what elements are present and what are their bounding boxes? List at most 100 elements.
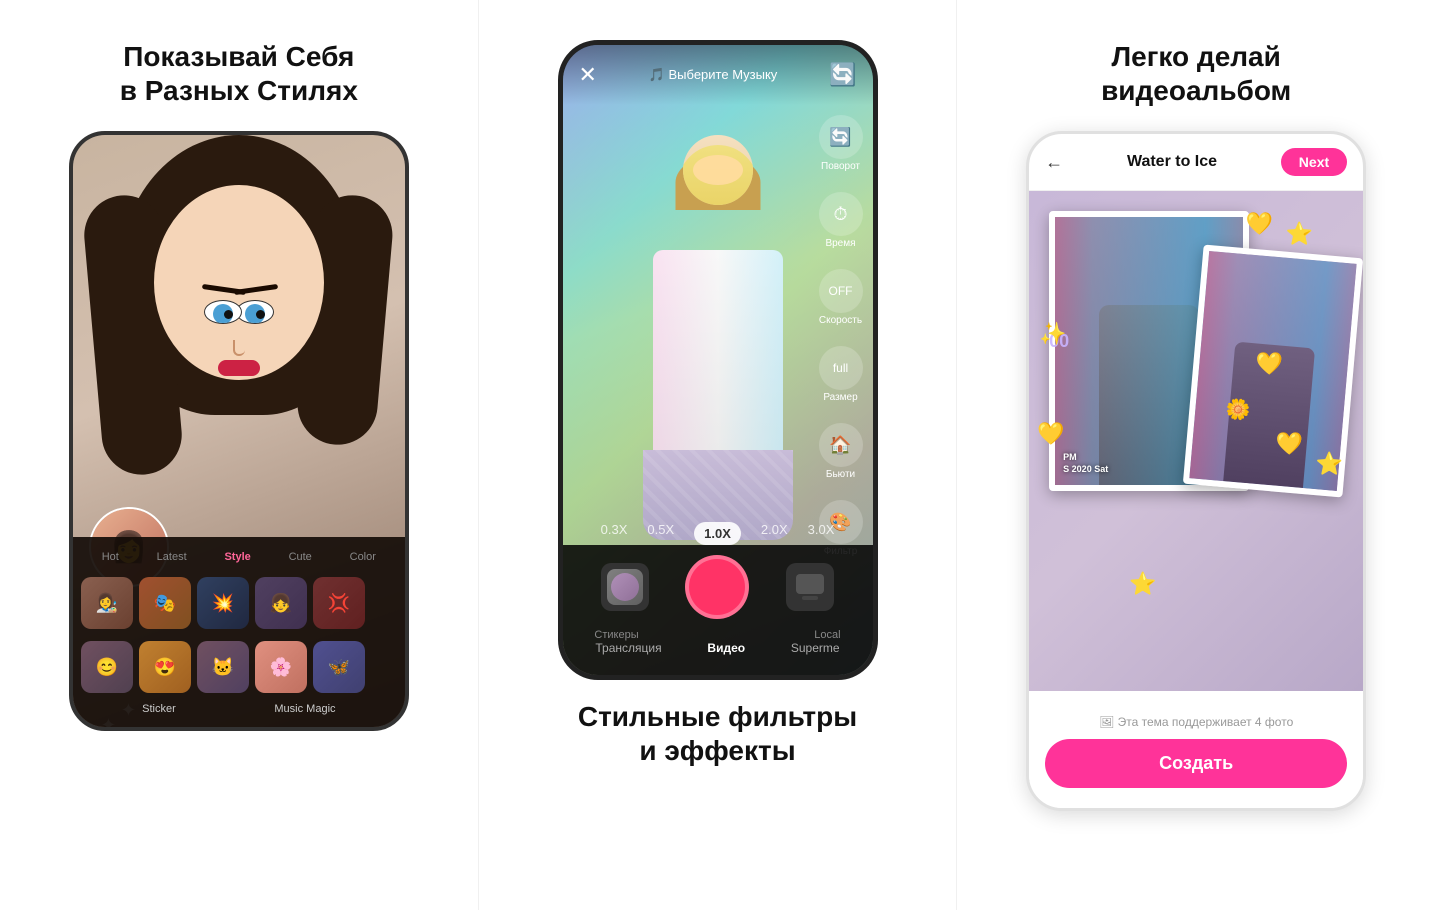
phone-bottom-labels: Sticker Music Magic (73, 697, 405, 715)
camera-top-bar: ✕ 🎵 Выберите Музыку 🔄 (563, 45, 873, 105)
filter-thumb-7[interactable]: 😍 (139, 641, 191, 693)
right-panel: Легко делай видеоальбом ← Water to Ice N… (957, 0, 1435, 910)
filter-thumb-inner-7: 😍 (139, 641, 191, 693)
right-heading: Легко делай видеоальбом (1101, 40, 1291, 107)
cam-size-circle: full (819, 346, 863, 390)
filter-tab-cute[interactable]: Cute (289, 551, 312, 563)
cam-beauty-label: Бьюти (826, 469, 855, 480)
create-button[interactable]: Создать (1045, 739, 1347, 788)
bottom-label-sticker: Sticker (142, 703, 176, 715)
zoom-05x[interactable]: 0.5X (647, 522, 674, 545)
cam-icon-rotate[interactable]: 🔄 Поворот (819, 115, 863, 172)
photo-area: PM S 2020 Sat 🌼 💛 ⭐ ✨ 💛 💛 💛 (1029, 191, 1363, 691)
star-sticker-3: ⭐ (1129, 571, 1156, 597)
left-phone-screen: 👩 ✦ ✦ Hot Latest Style Cute Color 👩‍� (73, 135, 405, 727)
filter-thumb-3[interactable]: 💥 (197, 577, 249, 629)
mode-video[interactable]: Видео (707, 641, 745, 655)
filter-thumb-6[interactable]: 😊 (81, 641, 133, 693)
filter-thumb-inner-6: 😊 (81, 641, 133, 693)
cam-icon-beauty[interactable]: 🏠 Бьюти (819, 423, 863, 480)
zoom-30x[interactable]: 3.0X (808, 522, 835, 545)
eyebrow-right (202, 284, 246, 295)
filter-thumb-inner-3: 💥 (197, 577, 249, 629)
shutter-row (563, 555, 873, 619)
heart-sticker-4: 💛 (1276, 431, 1303, 457)
back-arrow-icon[interactable]: ← (1045, 152, 1063, 173)
eye-right (204, 300, 242, 324)
timestamp-date: S 2020 Sat (1063, 464, 1108, 476)
filter-row-2: 😊 😍 🐱 🌸 🦋 (73, 637, 405, 697)
nose (233, 340, 245, 356)
supports-text: 🖼 Эта тема поддерживает 4 фото (1045, 715, 1347, 729)
bottom-label-music-magic: Music Magic (274, 703, 335, 715)
mode-superme[interactable]: Superme (791, 641, 840, 655)
stickers-button[interactable] (601, 563, 649, 611)
mode-row[interactable]: Трансляция Видео Superme (563, 641, 873, 655)
filter-thumb-10[interactable]: 🦋 (313, 641, 365, 693)
zoom-20x[interactable]: 2.0X (761, 522, 788, 545)
zoom-controls[interactable]: 0.3X 0.5X 1.0X 2.0X 3.0X (563, 522, 873, 545)
next-button[interactable]: Next (1281, 148, 1347, 176)
cam-speed-circle: OFF (819, 269, 863, 313)
filter-thumb-8[interactable]: 🐱 (197, 641, 249, 693)
filter-thumb-inner-1: 👩‍🎨 (81, 577, 133, 629)
heart-sticker-1: 💛 (1246, 211, 1273, 237)
right-top-bar: ← Water to Ice Next (1029, 134, 1363, 191)
timestamp-pm: PM (1063, 452, 1108, 464)
center-panel: ✕ 🎵 Выберите Музыку 🔄 🔄 Поворот ⏱ Время … (479, 0, 958, 910)
cam-rotate-label: Поворот (821, 161, 860, 172)
anime-face (73, 135, 405, 538)
camera-bottom-bar: Стикеры —— —— Local Трансляция Видео Sup… (563, 545, 873, 675)
heart-sticker-2: 💛 (1256, 351, 1283, 377)
rotate-icon[interactable]: 🔄 (829, 62, 856, 88)
filter-thumb-4[interactable]: 👧 (255, 577, 307, 629)
star-sticker-2: ⭐ (1316, 451, 1343, 477)
star-sticker-1: ⭐ (1286, 221, 1313, 247)
cam-time-circle: ⏱ (819, 192, 863, 236)
cam-icon-size[interactable]: full Размер (819, 346, 863, 403)
eye-white-right (204, 300, 242, 324)
filter-tab-color[interactable]: Color (350, 551, 376, 563)
filter-tab-latest[interactable]: Latest (157, 551, 187, 563)
mode-broadcast[interactable]: Трансляция (595, 641, 661, 655)
right-phone-mockup: ← Water to Ice Next (1026, 131, 1366, 811)
filter-thumb-inner-5: 💢 (313, 577, 365, 629)
eye-pupil-right (224, 310, 233, 319)
filter-thumb-5[interactable]: 💢 (313, 577, 365, 629)
right-screen-title: Water to Ice (1127, 153, 1217, 171)
cam-icon-time[interactable]: ⏱ Время (819, 192, 863, 249)
cam-icon-speed[interactable]: OFF Скорость (819, 269, 863, 326)
cam-rotate-circle: 🔄 (819, 115, 863, 159)
left-panel: Показывай Себя в Разных Стилях (0, 0, 479, 910)
filter-thumb-9[interactable]: 🌸 (255, 641, 307, 693)
music-label[interactable]: 🎵 Выберите Музыку (649, 67, 778, 83)
filter-tab-hot[interactable]: Hot (102, 551, 119, 563)
filter-tabs-row[interactable]: Hot Latest Style Cute Color (73, 545, 405, 569)
filter-thumb-1[interactable]: 👩‍🎨 (81, 577, 133, 629)
face-oval (154, 185, 324, 380)
filter-tab-style[interactable]: Style (224, 551, 250, 563)
left-heading: Показывай Себя в Разных Стилях (120, 40, 358, 107)
filter-thumb-inner-4: 👧 (255, 577, 307, 629)
left-phone-mockup: 👩 ✦ ✦ Hot Latest Style Cute Color 👩‍� (69, 131, 409, 731)
filter-thumb-inner-10: 🦋 (313, 641, 365, 693)
mode-label-local: Local (814, 629, 840, 641)
close-icon[interactable]: ✕ (579, 62, 597, 88)
filter-thumb-inner-8: 🐱 (197, 641, 249, 693)
filter-row-1: 👩‍🎨 🎭 💥 👧 💢 (73, 573, 405, 633)
cam-beauty-circle: 🏠 (819, 423, 863, 467)
camera-screen: ✕ 🎵 Выберите Музыку 🔄 🔄 Поворот ⏱ Время … (563, 45, 873, 675)
daisy-sticker: 🌼 (1225, 396, 1252, 423)
eye-iris-left (245, 304, 265, 324)
local-button[interactable] (786, 563, 834, 611)
camera-right-icons: 🔄 Поворот ⏱ Время OFF Скорость full Разм… (819, 115, 863, 557)
zoom-10x[interactable]: 1.0X (694, 522, 741, 545)
cam-head (683, 135, 753, 205)
mode-label-stickers: Стикеры (594, 629, 638, 641)
cam-speed-label: Скорость (819, 315, 862, 326)
center-phone-mockup: ✕ 🎵 Выберите Музыку 🔄 🔄 Поворот ⏱ Время … (558, 40, 878, 680)
sparkle-sticker-1: ✨ (1039, 321, 1066, 347)
shutter-button[interactable] (685, 555, 749, 619)
zoom-03x[interactable]: 0.3X (601, 522, 628, 545)
filter-thumb-2[interactable]: 🎭 (139, 577, 191, 629)
